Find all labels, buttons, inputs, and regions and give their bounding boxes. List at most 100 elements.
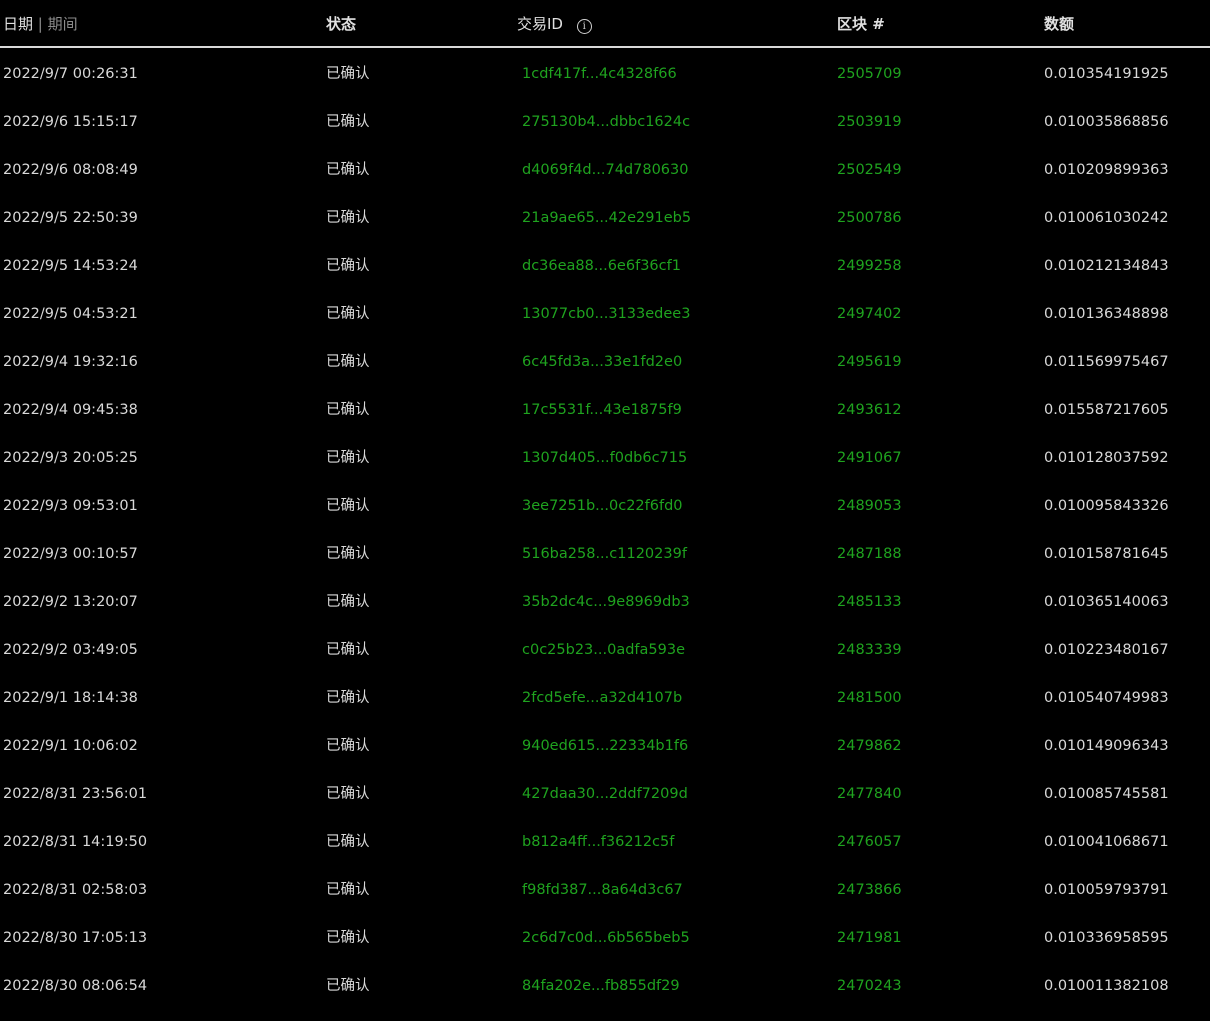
table-row: 2022/9/6 15:15:17 已确认 275130b4...dbbc1624c… — [0, 96, 1210, 144]
status-cell: 已确认 — [326, 978, 370, 994]
status-cell: 已确认 — [326, 258, 370, 274]
date-cell: 2022/9/5 04:53:21 — [3, 306, 138, 322]
date-cell: 2022/9/1 10:06:02 — [3, 738, 138, 754]
txid-header: 交易ID i — [517, 14, 592, 34]
txid-link[interactable]: 940ed615...22334b1f6 — [522, 736, 688, 756]
status-cell: 已确认 — [326, 642, 370, 658]
table-row: 2022/9/7 00:26:31 已确认 1cdf417f...4c4328f66… — [0, 48, 1210, 96]
table-row: 2022/8/31 23:56:01 已确认 427daa30...2ddf7209… — [0, 768, 1210, 816]
date-period-toggle[interactable]: 日期 | 期间 — [3, 14, 78, 34]
status-header: 状态 — [326, 15, 357, 33]
date-cell: 2022/9/1 18:14:38 — [3, 690, 138, 706]
amount-cell: 0.010212134843 — [1044, 258, 1169, 274]
txid-link[interactable]: c0c25b23...0adfa593e — [522, 640, 685, 660]
txid-link[interactable]: 427daa30...2ddf7209d — [522, 784, 688, 804]
block-link[interactable]: 2473866 — [837, 880, 902, 900]
block-link[interactable]: 2470243 — [837, 976, 902, 996]
block-link[interactable]: 2500786 — [837, 208, 902, 228]
txid-link[interactable]: b812a4ff...f36212c5f — [522, 832, 674, 852]
amount-cell: 0.011569975467 — [1044, 354, 1169, 370]
table-row: 2022/9/3 00:10:57 已确认 516ba258...c1120239f… — [0, 528, 1210, 576]
date-cell: 2022/9/4 19:32:16 — [3, 354, 138, 370]
block-link[interactable]: 2483339 — [837, 640, 902, 660]
block-link[interactable]: 2476057 — [837, 832, 902, 852]
txid-link[interactable]: 516ba258...c1120239f — [522, 544, 687, 564]
amount-cell: 0.010158781645 — [1044, 546, 1169, 562]
amount-cell: 0.010149096343 — [1044, 738, 1169, 754]
status-cell: 已确认 — [326, 210, 370, 226]
status-cell: 已确认 — [326, 930, 370, 946]
date-cell: 2022/9/3 09:53:01 — [3, 498, 138, 514]
block-link[interactable]: 2493612 — [837, 400, 902, 420]
txid-link[interactable]: f98fd387...8a64d3c67 — [522, 880, 683, 900]
block-link[interactable]: 2479862 — [837, 736, 902, 756]
status-cell: 已确认 — [326, 354, 370, 370]
status-cell: 已确认 — [326, 546, 370, 562]
txid-link[interactable]: 17c5531f...43e1875f9 — [522, 400, 682, 420]
table-row: 2022/8/31 02:58:03 已确认 f98fd387...8a64d3c6… — [0, 864, 1210, 912]
status-cell: 已确认 — [326, 834, 370, 850]
block-link[interactable]: 2503919 — [837, 112, 902, 132]
date-cell: 2022/9/2 03:49:05 — [3, 642, 138, 658]
txid-link[interactable]: 2c6d7c0d...6b565beb5 — [522, 928, 690, 948]
block-link[interactable]: 2495619 — [837, 352, 902, 372]
amount-cell: 0.010095843326 — [1044, 498, 1169, 514]
txid-link[interactable]: 2fcd5efe...a32d4107b — [522, 688, 682, 708]
txid-link[interactable]: 1307d405...f0db6c715 — [522, 448, 687, 468]
block-link[interactable]: 2502549 — [837, 160, 902, 180]
table-row: 2022/9/5 22:50:39 已确认 21a9ae65...42e291eb5… — [0, 192, 1210, 240]
amount-cell: 0.010085745581 — [1044, 786, 1169, 802]
status-cell: 已确认 — [326, 594, 370, 610]
block-link[interactable]: 2477840 — [837, 784, 902, 804]
table-header: 日期 | 期间 状态 交易ID i 区块 # 数额 — [0, 0, 1210, 48]
txid-link[interactable]: 84fa202e...fb855df29 — [522, 976, 680, 996]
table-row: 2022/8/30 17:05:13 已确认 2c6d7c0d...6b565beb… — [0, 912, 1210, 960]
date-cell: 2022/9/3 20:05:25 — [3, 450, 138, 466]
txid-link[interactable]: 1cdf417f...4c4328f66 — [522, 64, 677, 84]
block-link[interactable]: 2481500 — [837, 688, 902, 708]
amount-cell: 0.010365140063 — [1044, 594, 1169, 610]
block-link[interactable]: 2491067 — [837, 448, 902, 468]
transactions-table: 日期 | 期间 状态 交易ID i 区块 # 数额 2022/9/7 00:26… — [0, 0, 1210, 1008]
txid-link[interactable]: 275130b4...dbbc1624c — [522, 112, 690, 132]
table-row: 2022/9/5 04:53:21 已确认 13077cb0...3133edee3… — [0, 288, 1210, 336]
block-link[interactable]: 2505709 — [837, 64, 902, 84]
amount-header: 数额 — [1044, 15, 1075, 33]
table-row: 2022/9/4 19:32:16 已确认 6c45fd3a...33e1fd2e0… — [0, 336, 1210, 384]
txid-link[interactable]: 6c45fd3a...33e1fd2e0 — [522, 352, 682, 372]
date-cell: 2022/8/30 08:06:54 — [3, 978, 148, 994]
amount-cell: 0.010128037592 — [1044, 450, 1169, 466]
block-link[interactable]: 2471981 — [837, 928, 902, 948]
block-link[interactable]: 2489053 — [837, 496, 902, 516]
period-header[interactable]: 期间 — [48, 15, 78, 33]
block-link[interactable]: 2497402 — [837, 304, 902, 324]
date-cell: 2022/9/7 00:26:31 — [3, 66, 138, 82]
table-row: 2022/9/4 09:45:38 已确认 17c5531f...43e1875f9… — [0, 384, 1210, 432]
status-cell: 已确认 — [326, 882, 370, 898]
date-cell: 2022/9/6 15:15:17 — [3, 114, 138, 130]
block-link[interactable]: 2487188 — [837, 544, 902, 564]
table-row: 2022/8/31 14:19:50 已确认 b812a4ff...f36212c5… — [0, 816, 1210, 864]
table-body: 2022/9/7 00:26:31 已确认 1cdf417f...4c4328f66… — [0, 48, 1210, 1008]
table-row: 2022/9/3 09:53:01 已确认 3ee7251b...0c22f6fd0… — [0, 480, 1210, 528]
table-row: 2022/9/3 20:05:25 已确认 1307d405...f0db6c715… — [0, 432, 1210, 480]
date-header[interactable]: 日期 — [3, 15, 33, 33]
txid-link[interactable]: dc36ea88...6e6f36cf1 — [522, 256, 681, 276]
amount-cell: 0.010041068671 — [1044, 834, 1169, 850]
table-row: 2022/9/2 03:49:05 已确认 c0c25b23...0adfa593e… — [0, 624, 1210, 672]
txid-link[interactable]: 35b2dc4c...9e8969db3 — [522, 592, 690, 612]
txid-link[interactable]: 3ee7251b...0c22f6fd0 — [522, 496, 683, 516]
date-cell: 2022/9/6 08:08:49 — [3, 162, 138, 178]
txid-link[interactable]: 13077cb0...3133edee3 — [522, 304, 690, 324]
date-cell: 2022/9/4 09:45:38 — [3, 402, 138, 418]
block-link[interactable]: 2485133 — [837, 592, 902, 612]
date-cell: 2022/8/31 14:19:50 — [3, 834, 148, 850]
block-link[interactable]: 2499258 — [837, 256, 902, 276]
date-cell: 2022/9/5 14:53:24 — [3, 258, 138, 274]
info-icon[interactable]: i — [576, 19, 592, 34]
date-cell: 2022/9/2 13:20:07 — [3, 594, 138, 610]
txid-link[interactable]: d4069f4d...74d780630 — [522, 160, 688, 180]
header-separator: | — [37, 15, 43, 33]
txid-link[interactable]: 21a9ae65...42e291eb5 — [522, 208, 691, 228]
amount-cell: 0.010035868856 — [1044, 114, 1169, 130]
